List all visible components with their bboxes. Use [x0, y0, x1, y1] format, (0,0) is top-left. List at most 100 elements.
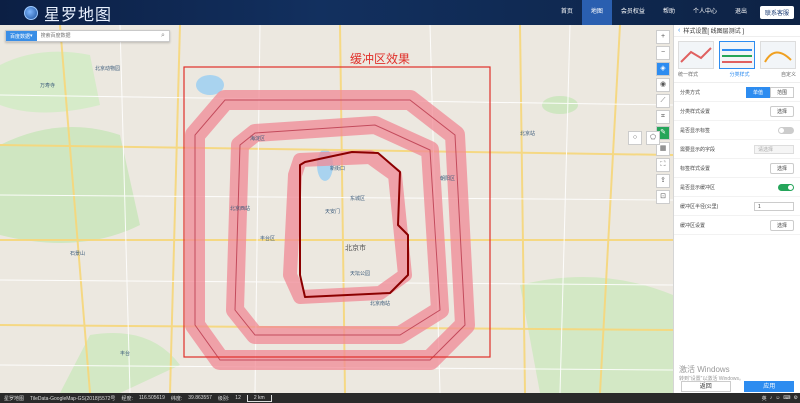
show-label-toggle[interactable]	[778, 126, 794, 134]
system-tray: 英 ♪ ☺ ⌨ ⚙	[759, 393, 798, 403]
lng-value: 116.505619	[138, 395, 165, 401]
panel-header: ‹ 样式设置[ 线图层测试 ]	[674, 25, 800, 37]
map-canvas[interactable]: 北京动物园 万寿寺 海淀区 新街口 东城区 天安门 北京市 北京西站 丰台区 天…	[0, 25, 673, 393]
scale-bar: 2 km	[246, 394, 272, 402]
lng-label: 经度:	[121, 395, 133, 402]
watermark-sub: 转到“设置”以激活 Windows。	[679, 376, 745, 382]
style-labels: 统一样式 分类样式 自定义	[674, 69, 800, 83]
map-toolbar: + − ◈ ◉ ⟋ ⌗ ✎ ▦ ⛶ ⇪ ⊡	[656, 30, 670, 206]
single-value-button[interactable]: 单值	[745, 86, 770, 98]
nav-map[interactable]: 地图	[581, 0, 612, 25]
nav-help[interactable]: 帮助	[654, 0, 684, 25]
row-classify-style: 分类样式设置 选择	[674, 102, 800, 121]
svg-text:北京南站: 北京南站	[370, 300, 390, 307]
status-credit: TileData-GoogleMap-GS(2018)5572号	[30, 395, 116, 402]
location-icon[interactable]: ◉	[656, 78, 670, 92]
settings-icon[interactable]: ⊡	[656, 190, 670, 204]
label-field-select[interactable]: 请选择	[754, 144, 794, 154]
classify-method-toggle: 单值 范围	[745, 86, 794, 98]
tray-emoji-icon[interactable]: ☺	[775, 395, 780, 401]
row-classify-method: 分类方式 单值 范围	[674, 83, 800, 102]
show-buffer-label: 是否显示缓冲区	[680, 184, 716, 191]
search-type-dropdown[interactable]: 百度数据 ▾	[6, 31, 37, 41]
logo-icon	[24, 5, 38, 20]
ime-lang[interactable]: 英	[762, 395, 767, 402]
style-label-unified[interactable]: 统一样式	[678, 71, 698, 78]
range-button[interactable]: 范围	[769, 86, 794, 98]
style-thumb-classified[interactable]	[719, 41, 755, 69]
svg-text:海淀区: 海淀区	[250, 135, 265, 142]
svg-text:万寿寺: 万寿寺	[40, 82, 55, 89]
classify-style-label: 分类样式设置	[680, 108, 711, 115]
apply-button[interactable]: 应用	[744, 380, 795, 392]
zoom-out-icon[interactable]: −	[656, 46, 670, 60]
measure-icon[interactable]: ⟋	[656, 94, 670, 108]
buffer-annotation: 缓冲区效果	[350, 52, 411, 66]
fullscreen-icon[interactable]: ⛶	[656, 158, 670, 172]
style-label-custom[interactable]: 自定义	[781, 71, 796, 78]
polygon-icon[interactable]: ⬠	[646, 131, 660, 145]
buffer-style-select-button[interactable]: 选择	[769, 219, 794, 231]
svg-text:丰台: 丰台	[120, 350, 130, 357]
buffer-radius-input[interactable]: 1	[754, 201, 794, 211]
zoom-label: 级别:	[217, 395, 230, 402]
tray-sound-icon[interactable]: ♪	[770, 395, 773, 401]
zoom-in-icon[interactable]: +	[656, 30, 670, 44]
back-button[interactable]: 返回	[680, 380, 731, 392]
top-bar: 星罗地图 首页 地图 会员权益 帮助 个人中心 退出 联系客服	[0, 0, 800, 25]
windows-watermark: 激活 Windows 转到“设置”以激活 Windows。	[679, 364, 744, 382]
svg-text:石景山: 石景山	[70, 250, 85, 257]
classify-style-select-button[interactable]: 选择	[769, 105, 794, 117]
tray-settings-icon[interactable]: ⚙	[794, 395, 798, 401]
app-title: 星罗地图	[44, 4, 113, 24]
svg-text:北京西站: 北京西站	[230, 205, 250, 212]
svg-text:东城区: 东城区	[350, 195, 365, 202]
search-bar: 百度数据▾ ⌕	[5, 30, 170, 42]
app-logo[interactable]: 星罗地图	[24, 1, 112, 25]
tray-keyboard-icon[interactable]: ⌨	[783, 395, 790, 401]
export-icon[interactable]: ⇪	[656, 174, 670, 188]
svg-text:新街口: 新街口	[330, 165, 345, 172]
svg-text:天坛公园: 天坛公园	[350, 270, 370, 277]
circle-icon[interactable]: ○	[628, 131, 642, 145]
buffer-style-label: 缓冲区设置	[680, 222, 706, 229]
style-label-classified[interactable]: 分类样式	[729, 71, 749, 78]
svg-text:丰台区: 丰台区	[260, 235, 275, 242]
main-nav: 首页 地图 会员权益 帮助 个人中心 退出 联系客服	[552, 0, 800, 25]
status-bar: 星罗地图 TileData-GoogleMap-GS(2018)5572号 经度…	[0, 393, 800, 403]
svg-text:北京站: 北京站	[520, 130, 535, 137]
layers-icon[interactable]: ◈	[656, 62, 670, 76]
status-logo: 星罗地图	[4, 395, 25, 402]
row-buffer-style: 缓冲区设置 选择	[674, 216, 800, 235]
label-style-select-button[interactable]: 选择	[769, 162, 794, 174]
row-label-field: 需要显示的字段 请选择	[674, 140, 800, 159]
row-buffer-radius: 缓冲区半径(公里) 1	[674, 197, 800, 216]
show-label-label: 是否显示标签	[680, 127, 711, 134]
style-thumbnails	[674, 37, 800, 69]
nav-home[interactable]: 首页	[552, 0, 582, 25]
lat-label: 纬度:	[170, 395, 183, 402]
style-thumb-custom[interactable]	[760, 41, 796, 69]
back-icon[interactable]: ‹	[678, 27, 680, 34]
contact-support-button[interactable]: 联系客服	[759, 6, 794, 19]
classify-method-label: 分类方式	[680, 89, 701, 96]
draw-tools: ○ ⬠	[628, 131, 664, 147]
nav-logout[interactable]: 退出	[726, 0, 756, 25]
map-svg: 北京动物园 万寿寺 海淀区 新街口 东城区 天安门 北京市 北京西站 丰台区 天…	[0, 25, 673, 393]
panel-title: 样式设置[ 线图层测试 ]	[683, 29, 745, 35]
show-buffer-toggle[interactable]	[778, 183, 794, 191]
nav-membership[interactable]: 会员权益	[612, 0, 654, 25]
nav-profile[interactable]: 个人中心	[684, 0, 726, 25]
crop-icon[interactable]: ⌗	[656, 110, 670, 124]
lat-value: 39.863557	[188, 395, 212, 401]
search-icon[interactable]: ⌕	[157, 32, 169, 40]
row-show-buffer: 是否显示缓冲区	[674, 178, 800, 197]
svg-text:朝阳区: 朝阳区	[440, 175, 455, 182]
label-field-label: 需要显示的字段	[680, 146, 716, 153]
style-thumb-unified[interactable]	[678, 41, 714, 69]
buffer-radius-label: 缓冲区半径(公里)	[680, 203, 719, 210]
svg-text:北京动物园: 北京动物园	[95, 65, 120, 72]
search-input[interactable]	[36, 31, 157, 41]
row-show-label: 是否显示标签	[674, 121, 800, 140]
label-style-label: 标签样式设置	[680, 165, 711, 172]
